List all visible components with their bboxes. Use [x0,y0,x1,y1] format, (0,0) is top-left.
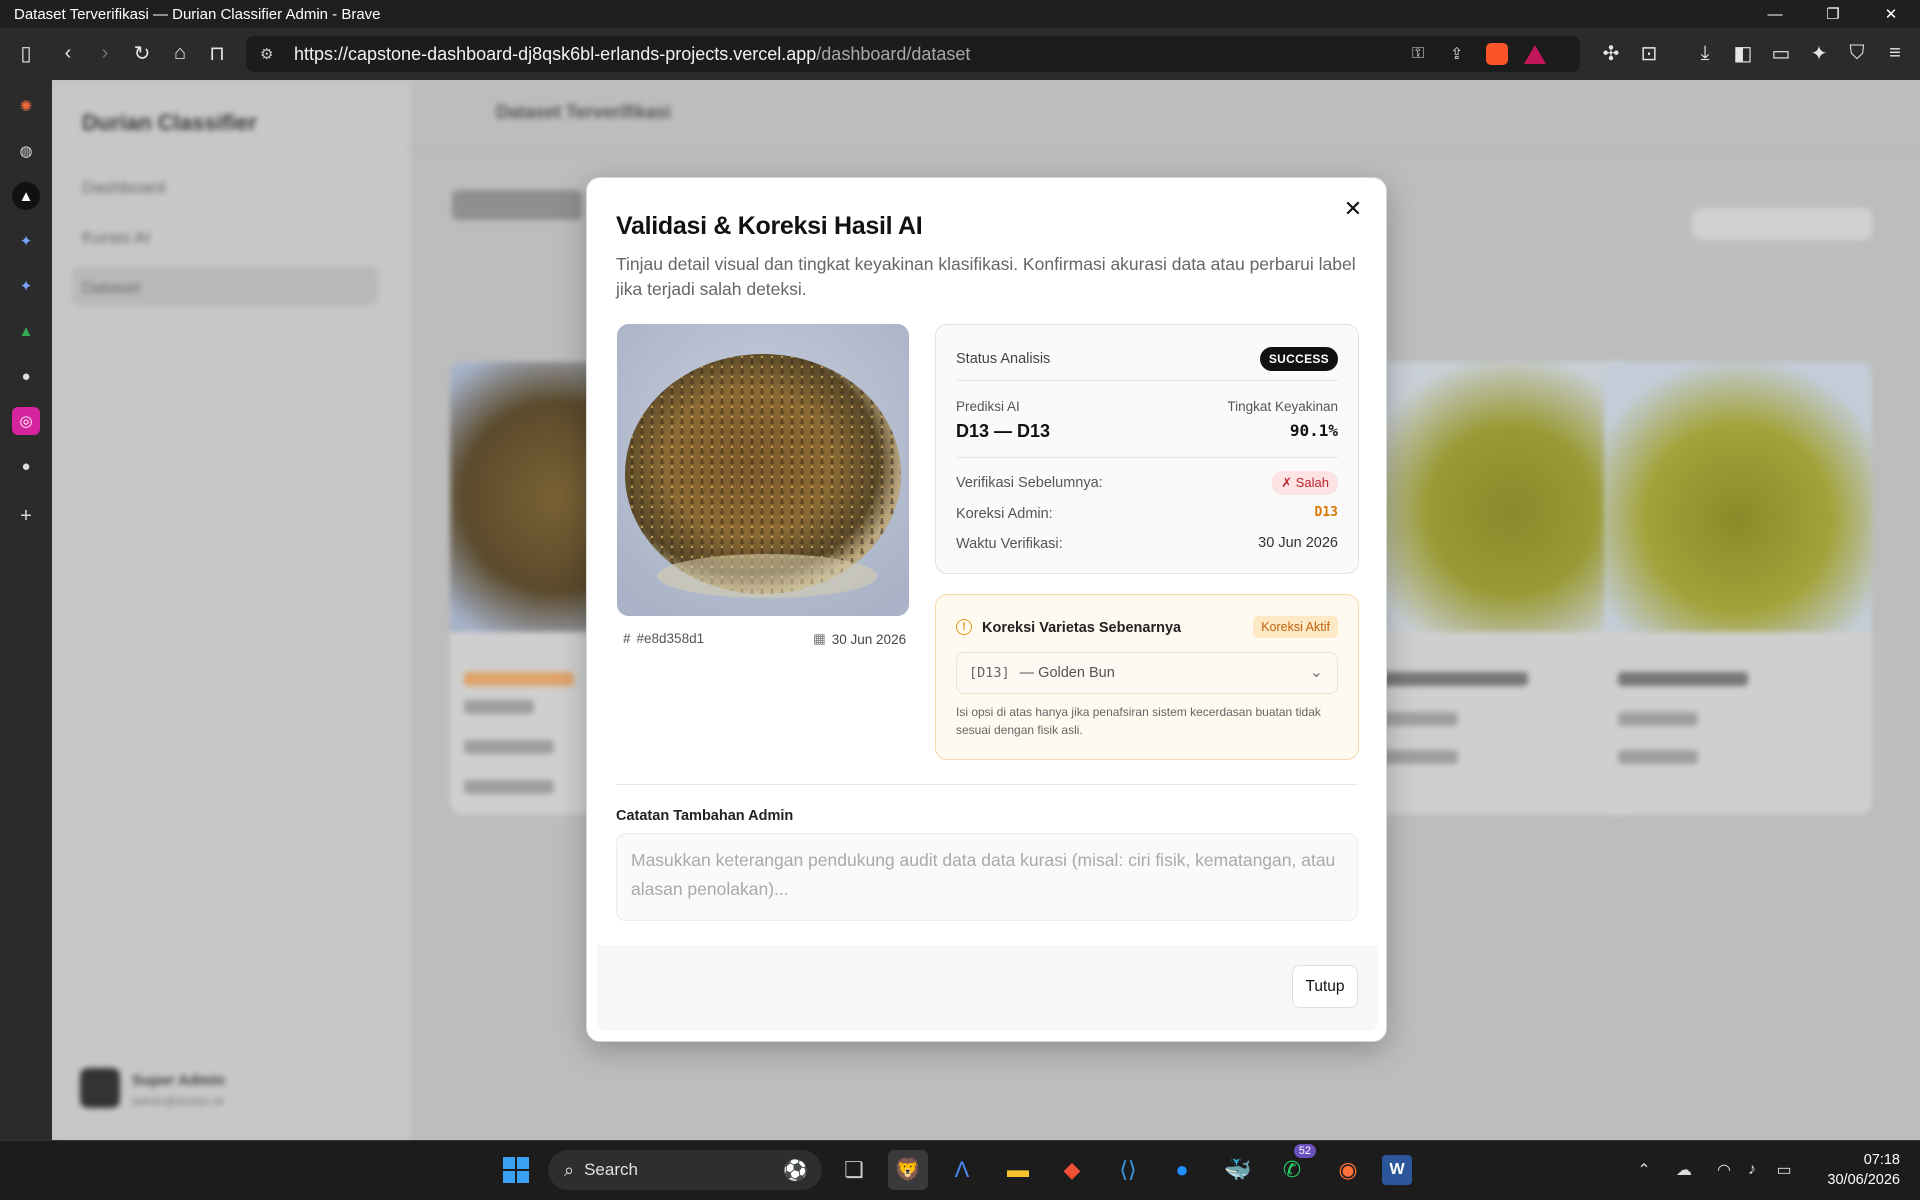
close-button[interactable]: Tutup [1292,965,1358,1008]
add-panel-icon[interactable]: + [12,502,40,530]
sidebar-toggle-icon[interactable]: ▯ [11,38,41,68]
prev-verification-badge: ✗ Salah [1272,471,1338,495]
window-titlebar: Dataset Terverifikasi — Durian Classifie… [0,0,1920,28]
close-window-icon[interactable]: ✕ [1868,0,1914,28]
brave-news-icon[interactable]: ✺ [12,92,40,120]
confidence-label: Tingkat Keyakinan [1227,399,1338,414]
word-icon[interactable]: W [1382,1155,1412,1185]
prediction-value: D13 — D13 [956,421,1051,441]
calendar-icon: ▦ [813,631,826,646]
system-clock[interactable]: 07:18 30/06/2026 [1827,1150,1900,1190]
modal-description: Tinjau detail visual dan tingkat keyakin… [616,254,1356,299]
app-a-icon[interactable]: Λ [942,1150,982,1190]
reload-icon[interactable]: ↻ [127,38,157,68]
prediction-label: Prediksi AI [956,399,1020,414]
bookmark-icon[interactable]: ⊓ [202,38,232,68]
whatsapp-badge: 52 [1293,1144,1316,1158]
section-divider [616,784,1358,785]
divider [956,380,1338,381]
status-badge: SUCCESS [1259,347,1338,371]
verification-time-label: Waktu Verifikasi: [956,536,1063,552]
battery-icon[interactable]: ▭ [1764,1150,1804,1190]
brave-shields-icon[interactable] [1486,43,1508,65]
globe-icon[interactable]: ◍ [12,137,40,165]
sidepanel-icon[interactable]: ◧ [1728,38,1758,68]
back-icon[interactable]: ‹ [53,38,83,68]
reader-icon[interactable]: ⊡ [1634,38,1664,68]
hash-icon: # [623,631,631,646]
brave-taskbar-icon[interactable]: 🦁 [888,1150,928,1190]
github-icon[interactable]: ● [12,362,40,390]
admin-correction-label: Koreksi Admin: [956,506,1053,522]
search-icon: ⌕ [564,1159,575,1180]
variety-code: [D13] [969,665,1010,681]
search-label: Search [584,1160,638,1179]
minimize-icon[interactable]: — [1752,0,1798,28]
forward-icon[interactable]: › [90,38,120,68]
file-explorer-icon[interactable]: ▬ [998,1150,1038,1190]
correction-panel: ! Koreksi Varietas Sebenarnya Koreksi Ak… [935,594,1359,760]
chevron-down-icon: ⌄ [1309,664,1323,681]
task-view-icon[interactable]: ❏ [834,1150,874,1190]
firefox-icon[interactable]: ◉ [1328,1150,1368,1190]
onedrive-icon[interactable]: ☁ [1664,1150,1704,1190]
modal-footer: Tutup [597,945,1378,1031]
status-label: Status Analisis [956,351,1051,367]
taskbar-search[interactable]: ⌕ Search ⚽ [548,1150,822,1190]
correction-title: Koreksi Varietas Sebenarnya [982,620,1182,636]
notes-textarea[interactable] [616,833,1358,921]
close-icon[interactable]: ✕ [1338,194,1368,224]
soccer-ball-icon: ⚽ [783,1159,808,1182]
vercel-icon[interactable]: ▲ [12,182,40,210]
vpn-icon[interactable]: ⛉ [1842,38,1872,68]
vscode-icon[interactable]: ⟨⟩ [1108,1150,1148,1190]
divider [956,457,1338,458]
confidence-value: 90.1% [1289,421,1338,440]
notes-label: Catatan Tambahan Admin [616,808,794,824]
menu-icon[interactable]: ≡ [1880,38,1910,68]
clock-date: 30/06/2026 [1827,1172,1900,1188]
correction-hint: Isi opsi di atas hanya jika penafsiran s… [956,705,1321,737]
verification-time-value: 30 Jun 2026 [1258,535,1338,551]
validation-modal: ✕ Validasi & Koreksi Hasil AI Tinjau det… [586,177,1387,1042]
share-icon[interactable]: ⇪ [1450,44,1463,64]
gemini-alt-icon[interactable]: ✦ [12,272,40,300]
variety-select[interactable]: [D13] — Golden Bun ⌄ [956,652,1338,694]
clock-time: 07:18 [1863,1152,1900,1168]
extensions-icon[interactable]: ✣ [1596,38,1626,68]
window-title: Dataset Terverifikasi — Durian Classifie… [14,5,381,23]
restore-icon[interactable]: ❐ [1810,0,1856,28]
correction-active-badge: Koreksi Aktif [1253,616,1338,638]
address-bar[interactable]: ⚙ https://capstone-dashboard-dj8qsk6bl-e… [246,36,1580,72]
key-icon[interactable]: ⚿ [1412,45,1424,63]
git-icon[interactable]: ◆ [1052,1150,1092,1190]
start-icon[interactable] [496,1150,536,1190]
wallet-icon[interactable]: ▭ [1766,38,1796,68]
url-text[interactable]: https://capstone-dashboard-dj8qsk6bl-erl… [294,44,970,65]
variety-name: — Golden Bun [1019,665,1115,681]
github-alt-icon[interactable]: ● [12,452,40,480]
whatsapp-icon[interactable]: ✆ 52 [1272,1144,1316,1190]
app-blue-icon[interactable]: ● [1162,1150,1202,1190]
prev-verification-label: Verifikasi Sebelumnya: [956,475,1103,491]
leo-ai-icon[interactable]: ✦ [1804,38,1834,68]
tray-chevron-icon[interactable]: ⌃ [1624,1150,1664,1190]
image-date: ▦ 30 Jun 2026 [813,631,907,647]
downloads-icon[interactable]: ⤓ [1690,38,1720,68]
image-id: # #e8d358d1 [623,631,705,646]
status-panel: Status Analisis SUCCESS Prediksi AI Ting… [935,324,1359,574]
instagram-icon[interactable]: ◎ [12,407,40,435]
home-icon[interactable]: ⌂ [165,38,195,68]
admin-correction-value: D13 [1314,505,1338,520]
browser-sidebar: ✺ ◍ ▲ ✦ ✦ ▲ ● ◎ ● + [0,80,52,1140]
site-settings-icon[interactable]: ⚙ [260,45,273,63]
docker-icon[interactable]: 🐳 [1218,1150,1258,1190]
modal-title: Validasi & Koreksi Hasil AI [616,212,923,240]
drive-icon[interactable]: ▲ [12,317,40,345]
info-icon: ! [956,619,972,635]
brave-rewards-icon[interactable] [1524,44,1546,64]
durian-photo [617,324,909,616]
gemini-icon[interactable]: ✦ [12,227,40,255]
